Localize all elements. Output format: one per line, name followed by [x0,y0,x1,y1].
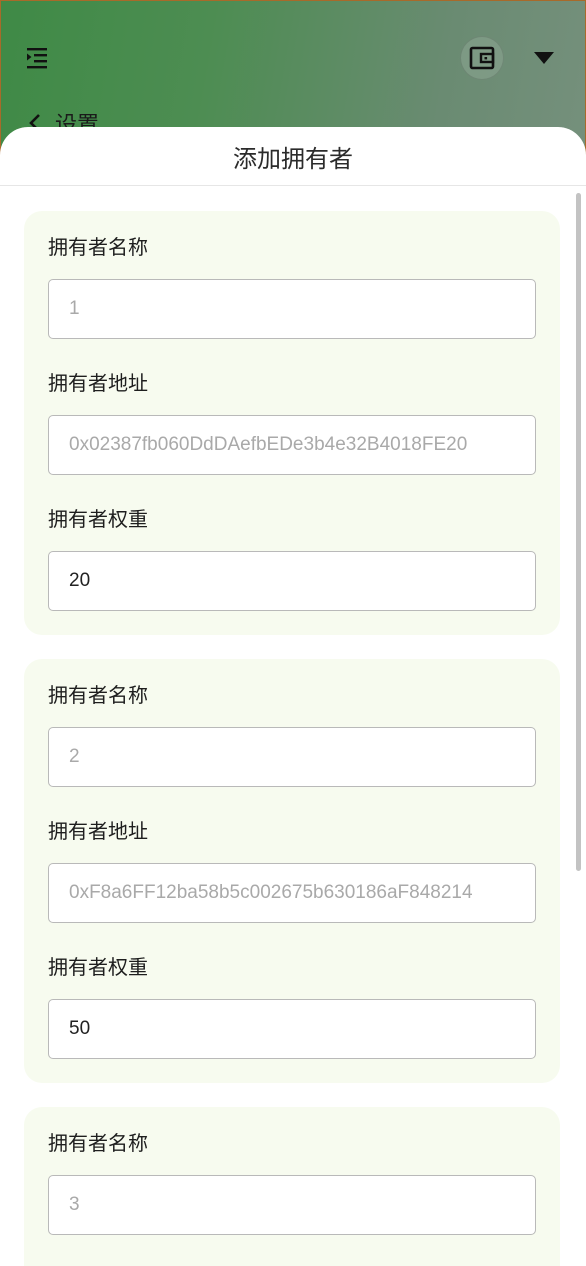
sheet-title: 添加拥有者 [0,127,586,186]
owner-name-label: 拥有者名称 [48,237,148,259]
owner-address-label: 拥有者地址 [48,821,148,843]
owner-address-input[interactable] [48,415,536,475]
owner-name-label: 拥有者名称 [48,685,148,707]
owner-weight-input[interactable] [48,551,536,611]
owner-weight-label: 拥有者权重 [48,957,148,979]
owner-address-label: 拥有者地址 [48,373,148,395]
menu-indent-icon [27,48,47,69]
owner-card: 拥有者名称 [24,1107,560,1266]
add-owner-sheet: 添加拥有者 拥有者名称 拥有者地址 拥有者权重 拥有者名称 拥有者地址 拥有者权… [0,127,586,1266]
owner-weight-input[interactable] [48,999,536,1059]
wallet-button[interactable] [460,36,504,80]
owner-card: 拥有者名称 拥有者地址 拥有者权重 [24,211,560,635]
owner-address-input[interactable] [48,863,536,923]
scrollbar[interactable] [576,193,581,871]
owner-weight-label: 拥有者权重 [48,509,148,531]
owner-name-input[interactable] [48,279,536,339]
owner-list: 拥有者名称 拥有者地址 拥有者权重 拥有者名称 拥有者地址 拥有者权重 拥有者名… [0,186,586,1266]
owner-name-input[interactable] [48,727,536,787]
owner-name-label: 拥有者名称 [48,1133,148,1155]
owner-name-input[interactable] [48,1175,536,1235]
caret-down-icon [534,52,554,64]
owner-card: 拥有者名称 拥有者地址 拥有者权重 [24,659,560,1083]
account-dropdown-button[interactable] [529,47,559,69]
wallet-icon [469,46,495,70]
menu-toggle-button[interactable] [23,45,51,71]
